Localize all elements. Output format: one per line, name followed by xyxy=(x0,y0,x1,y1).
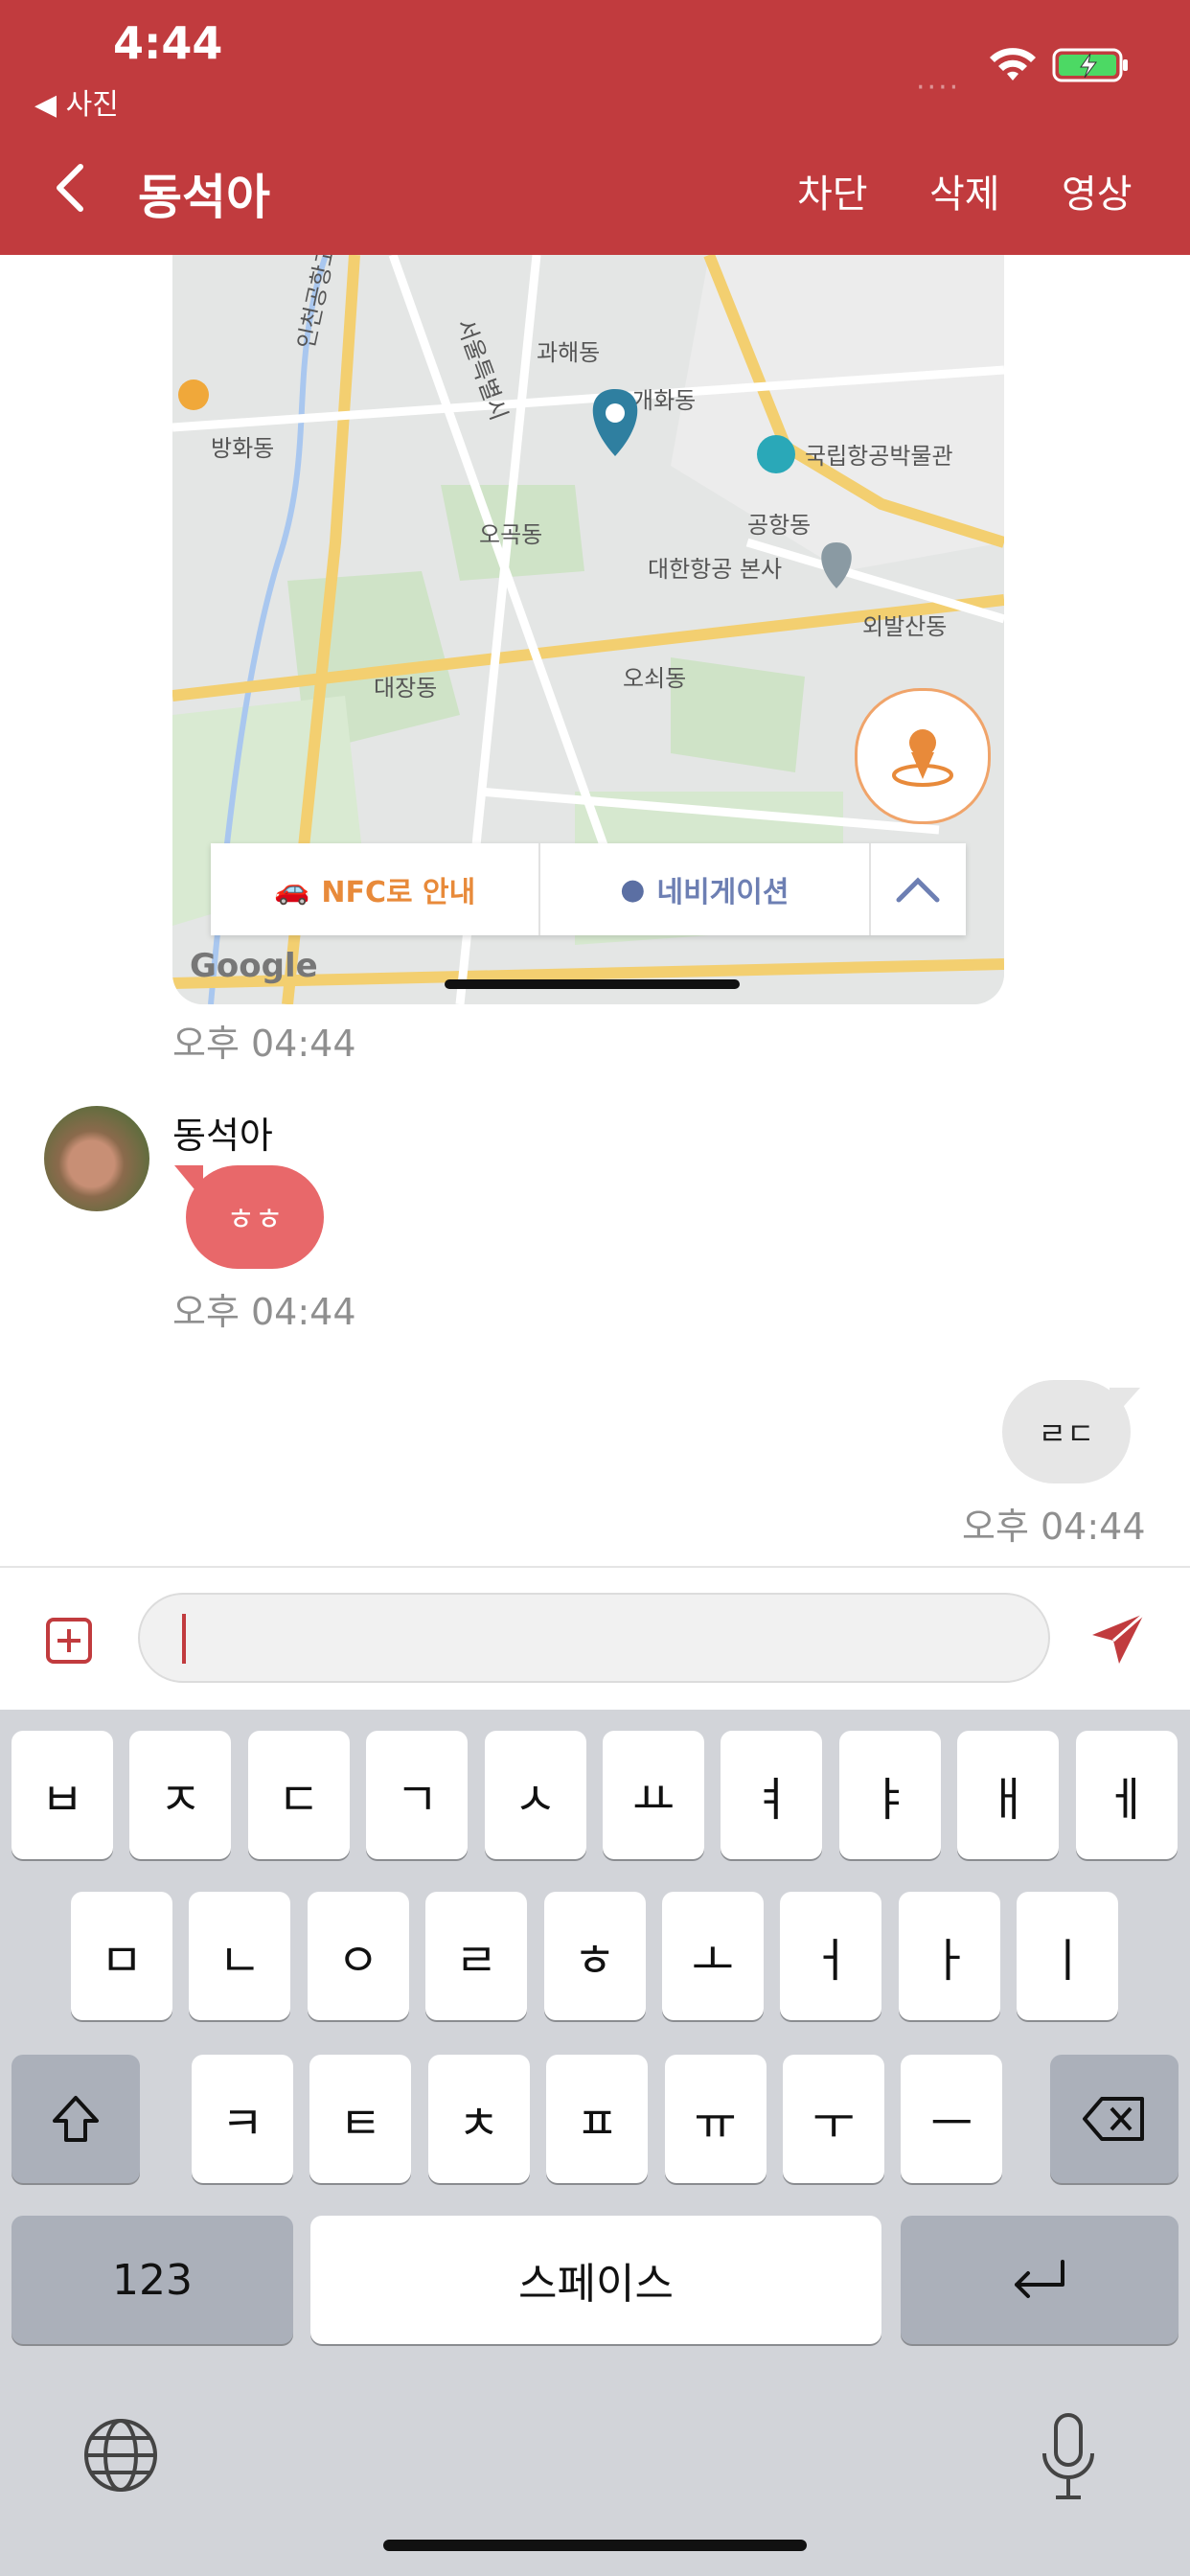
cellular-signal-icon: ···· xyxy=(916,71,961,104)
navigation-button[interactable]: ● 네비게이션 xyxy=(540,843,871,935)
message-timestamp: 오후 04:44 xyxy=(962,1506,1146,1548)
add-attachment-button[interactable] xyxy=(44,1616,94,1669)
map-scroll-handle xyxy=(445,979,740,989)
key[interactable]: ㄹ xyxy=(425,1892,528,2020)
key[interactable]: ㅇ xyxy=(307,1892,409,2020)
map-label: 오쇠동 xyxy=(623,665,686,692)
return-key[interactable] xyxy=(901,2216,1179,2344)
send-button[interactable] xyxy=(1088,1608,1150,1673)
shift-key[interactable] xyxy=(11,2055,140,2183)
key[interactable]: ㅁ xyxy=(71,1892,172,2020)
home-indicator xyxy=(383,2540,807,2551)
back-to-app-link[interactable]: ◀ 사진 xyxy=(34,80,119,123)
key[interactable]: ㅛ xyxy=(603,1731,704,1859)
message-input[interactable] xyxy=(138,1593,1050,1683)
chat-title: 동석아 xyxy=(138,170,270,225)
key[interactable]: ㄴ xyxy=(189,1892,291,2020)
map-label: 공항동 xyxy=(747,512,811,539)
key[interactable]: ㅍ xyxy=(546,2055,649,2183)
incoming-message-bubble[interactable]: ㅎㅎ xyxy=(186,1165,324,1269)
key[interactable]: ㄱ xyxy=(366,1731,469,1859)
battery-charging-icon xyxy=(1052,46,1131,88)
wifi-icon xyxy=(987,46,1039,88)
nfc-guide-button[interactable]: 🚗 NFC로 안내 xyxy=(211,843,541,935)
back-chevron-icon[interactable] xyxy=(52,161,90,218)
shift-arrow-icon xyxy=(53,2096,99,2142)
map-action-bar: 🚗 NFC로 안내 ● 네비게이션 xyxy=(211,843,966,935)
text-caret xyxy=(182,1614,186,1664)
key[interactable]: ㅎ xyxy=(543,1892,646,2020)
globe-icon[interactable] xyxy=(80,2415,161,2499)
key[interactable]: ㅂ xyxy=(11,1731,113,1859)
microphone-icon[interactable] xyxy=(1035,2411,1102,2507)
map-label: 대한항공 본사 xyxy=(648,556,782,583)
map-label: 대장동 xyxy=(374,675,437,702)
navigation-pin-icon: ● xyxy=(620,872,646,907)
key[interactable]: ㅊ xyxy=(427,2055,530,2183)
key[interactable]: ㅌ xyxy=(309,2055,412,2183)
map-label: 오곡동 xyxy=(479,521,542,548)
key[interactable]: ㅔ xyxy=(1075,1731,1178,1859)
key[interactable]: ㅕ xyxy=(721,1731,823,1859)
status-time: 4:44 xyxy=(113,17,223,69)
key[interactable]: ㅏ xyxy=(898,1892,1000,2020)
museum-pin-icon xyxy=(757,435,795,473)
navigation-label: 네비게이션 xyxy=(656,876,790,909)
google-logo: Google xyxy=(190,947,318,985)
delete-icon xyxy=(1083,2097,1144,2141)
space-key[interactable]: 스페이스 xyxy=(310,2216,881,2344)
avatar[interactable] xyxy=(44,1106,149,1211)
key[interactable]: ㅓ xyxy=(780,1892,882,2020)
key[interactable]: ㅋ xyxy=(192,2055,293,2183)
outgoing-message-bubble[interactable]: ㄹㄷ xyxy=(1002,1380,1131,1484)
nfc-guide-label: NFC로 안내 xyxy=(321,876,476,909)
plus-square-icon xyxy=(46,1618,92,1664)
car-icon: 🚗 xyxy=(274,872,310,907)
return-arrow-icon xyxy=(1015,2260,1064,2298)
key[interactable]: ㅜ xyxy=(783,2055,884,2183)
route-marker-icon xyxy=(178,380,209,410)
key[interactable]: ㅡ xyxy=(901,2055,1003,2183)
map-label: 과해동 xyxy=(537,339,600,366)
message-timestamp: 오후 04:44 xyxy=(172,1291,356,1333)
key[interactable]: ㅑ xyxy=(838,1731,941,1859)
video-button[interactable]: 영상 xyxy=(1062,163,1133,218)
map-label: 외발산동 xyxy=(862,613,947,640)
expand-button[interactable] xyxy=(871,843,967,935)
key[interactable]: ㄷ xyxy=(247,1731,350,1859)
key[interactable]: ㅈ xyxy=(129,1731,232,1859)
map-label: 국립항공박물관 xyxy=(805,443,953,470)
chevron-up-icon xyxy=(896,877,940,903)
map-label: 방화동 xyxy=(211,435,274,462)
message-timestamp: 오후 04:44 xyxy=(172,1023,356,1065)
key[interactable]: ㅣ xyxy=(1017,1892,1119,2020)
key[interactable]: ㅗ xyxy=(662,1892,764,2020)
sender-name: 동석아 xyxy=(172,1115,273,1157)
map-label: 개화동 xyxy=(632,387,696,414)
backspace-key[interactable] xyxy=(1050,2055,1179,2183)
block-button[interactable]: 차단 xyxy=(797,163,868,218)
current-location-button[interactable] xyxy=(855,688,991,824)
paper-plane-icon xyxy=(1092,1612,1145,1664)
key[interactable]: ㅐ xyxy=(957,1731,1060,1859)
key[interactable]: ㅠ xyxy=(664,2055,767,2183)
key[interactable]: ㅅ xyxy=(484,1731,586,1859)
numbers-key[interactable]: 123 xyxy=(11,2216,293,2344)
delete-button[interactable]: 삭제 xyxy=(929,163,1000,218)
